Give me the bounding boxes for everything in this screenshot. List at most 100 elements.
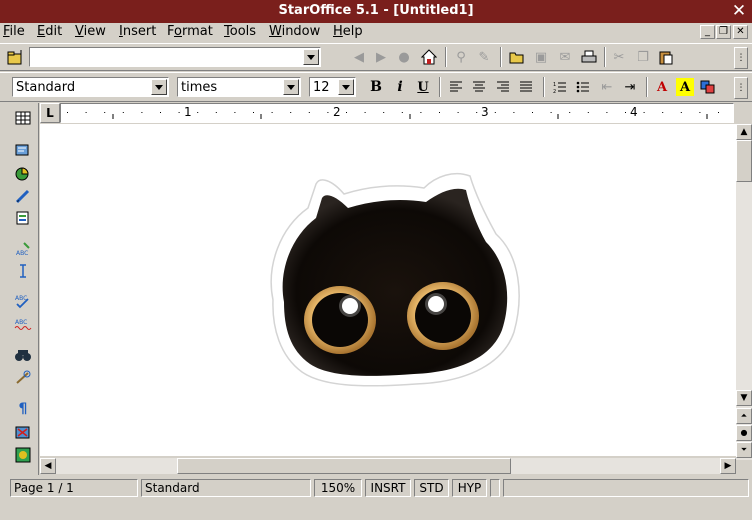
menu-window-mnemonic: W xyxy=(269,24,282,39)
menu-edit[interactable]: Edit xyxy=(37,24,62,39)
object-bar-more-icon[interactable]: ⋮ xyxy=(734,77,748,99)
toolbar-more-icon[interactable]: ⋮ xyxy=(734,47,748,69)
font-name-dropdown-button[interactable] xyxy=(283,79,299,95)
stop-icon[interactable]: ● xyxy=(395,48,413,66)
online-layout-icon[interactable] xyxy=(12,444,34,466)
close-window-button[interactable]: ✕ xyxy=(730,1,748,21)
numbering-icon[interactable]: 12 xyxy=(551,78,569,96)
doc-minimize-button[interactable]: _ xyxy=(700,25,715,39)
ruler-mark-2: 2 xyxy=(333,105,341,119)
menu-view[interactable]: View xyxy=(75,24,106,39)
font-size-value: 12 xyxy=(313,80,330,95)
staroffice-window: StarOffice 5.1 - [Untitled1] ✕ File Edit… xyxy=(0,0,752,520)
italic-button[interactable]: i xyxy=(391,78,409,96)
paragraph-style-dropdown-button[interactable] xyxy=(151,79,167,95)
font-size-dropdown-button[interactable] xyxy=(338,79,354,95)
status-page-style[interactable]: Standard xyxy=(141,479,311,497)
nonprinting-characters-icon[interactable]: ¶ xyxy=(12,398,34,420)
menu-format[interactable]: Format xyxy=(167,24,213,39)
navigator-button[interactable]: ● xyxy=(736,425,752,441)
edit-autotext-icon[interactable]: ABC xyxy=(12,238,34,260)
url-dropdown-button[interactable] xyxy=(303,49,319,65)
print-icon[interactable] xyxy=(580,48,598,66)
cut-icon[interactable]: ✂ xyxy=(610,48,628,66)
font-name-value: times xyxy=(181,80,218,95)
decrease-indent-icon[interactable]: ⇤ xyxy=(598,78,616,96)
previous-page-button[interactable]: ⏶ xyxy=(736,408,752,424)
align-left-icon[interactable] xyxy=(447,78,465,96)
status-insert-mode[interactable]: INSRT xyxy=(365,479,411,497)
menu-bar: File Edit View Insert Format Tools Windo… xyxy=(0,23,752,42)
scroll-down-button[interactable]: ▼ xyxy=(736,390,752,406)
bold-button[interactable]: B xyxy=(367,78,385,96)
find-replace-icon[interactable] xyxy=(12,344,34,366)
menu-window[interactable]: Window xyxy=(269,24,320,39)
open-folder-icon[interactable] xyxy=(508,48,526,66)
menu-help-mnemonic: H xyxy=(333,24,343,39)
form-functions-icon[interactable] xyxy=(12,207,34,229)
menu-insert[interactable]: Insert xyxy=(119,24,156,39)
horizontal-scroll-thumb[interactable] xyxy=(177,458,511,474)
text-cursor-icon[interactable] xyxy=(12,260,34,282)
spellcheck-icon[interactable]: ABC xyxy=(12,290,34,312)
insert-object-icon[interactable] xyxy=(12,162,34,184)
menu-view-mnemonic: V xyxy=(75,24,84,39)
background-color-icon[interactable] xyxy=(699,78,717,96)
graphics-off-icon[interactable] xyxy=(12,421,34,443)
status-bar: Page 1 / 1 Standard 150% INSRT STD HYP xyxy=(0,478,752,498)
menu-view-label: iew xyxy=(83,24,106,39)
forward-icon[interactable]: ▶ xyxy=(372,48,390,66)
menu-edit-label: dit xyxy=(45,24,63,39)
scroll-left-button[interactable]: ◀ xyxy=(40,458,56,474)
back-icon[interactable]: ◀ xyxy=(350,48,368,66)
justify-icon[interactable] xyxy=(517,78,535,96)
scroll-up-button[interactable]: ▲ xyxy=(736,124,752,140)
increase-indent-icon[interactable]: ⇥ xyxy=(621,78,639,96)
insert-table-icon[interactable] xyxy=(12,107,34,129)
status-selection-mode[interactable]: STD xyxy=(414,479,449,497)
bullets-icon[interactable] xyxy=(574,78,592,96)
status-hyperlink-mode[interactable]: HYP xyxy=(452,479,487,497)
edit-mode-icon[interactable]: ✎ xyxy=(475,48,493,66)
align-center-icon[interactable] xyxy=(470,78,488,96)
font-color-button[interactable]: A xyxy=(653,78,671,96)
highlight-button[interactable]: A xyxy=(676,78,694,96)
url-input[interactable] xyxy=(29,47,321,67)
status-info-field xyxy=(503,479,749,497)
status-zoom[interactable]: 150% xyxy=(314,479,362,497)
menu-insert-label: nsert xyxy=(122,24,157,39)
menu-help[interactable]: Help xyxy=(333,24,363,39)
insert-fields-icon[interactable] xyxy=(12,139,34,161)
right-eye-glint-halo xyxy=(425,293,447,315)
document-page[interactable] xyxy=(40,124,736,456)
menu-file[interactable]: File xyxy=(3,24,25,39)
find-icon[interactable]: ⚲ xyxy=(452,48,470,66)
paste-icon[interactable] xyxy=(657,48,675,66)
copy-icon[interactable]: ❐ xyxy=(634,48,652,66)
font-size-select[interactable]: 12 xyxy=(309,77,356,97)
underline-button[interactable]: U xyxy=(414,78,432,96)
data-sources-icon[interactable] xyxy=(12,367,34,389)
svg-text:2: 2 xyxy=(553,89,556,93)
edit-file-icon[interactable] xyxy=(4,47,26,67)
menu-tools[interactable]: Tools xyxy=(224,24,256,39)
vertical-scroll-thumb[interactable] xyxy=(736,140,752,182)
horizontal-scrollbar[interactable]: ◀ ▶ xyxy=(40,458,736,474)
paragraph-style-select[interactable]: Standard xyxy=(12,77,169,97)
tab-stop-selector[interactable]: L xyxy=(40,103,60,123)
scroll-right-button[interactable]: ▶ xyxy=(720,458,736,474)
horizontal-ruler[interactable]: 1 2 3 4 xyxy=(60,103,734,123)
home-icon[interactable] xyxy=(420,48,438,66)
auto-spellcheck-icon[interactable]: ABC xyxy=(12,313,34,335)
draw-functions-icon[interactable] xyxy=(12,185,34,207)
email-icon[interactable]: ✉ xyxy=(556,48,574,66)
title-bar: StarOffice 5.1 - [Untitled1] ✕ xyxy=(0,0,752,23)
vertical-scrollbar[interactable]: ▲ ▼ ⏶ ● ⏷ xyxy=(736,124,752,460)
align-right-icon[interactable] xyxy=(494,78,512,96)
save-icon[interactable]: ▣ xyxy=(532,48,550,66)
doc-close-button[interactable]: ✕ xyxy=(733,25,748,39)
next-page-button[interactable]: ⏷ xyxy=(736,442,752,458)
black-cat-face-sticker[interactable] xyxy=(40,124,736,456)
font-name-select[interactable]: times xyxy=(177,77,301,97)
doc-restore-button[interactable]: ❐ xyxy=(716,25,731,39)
